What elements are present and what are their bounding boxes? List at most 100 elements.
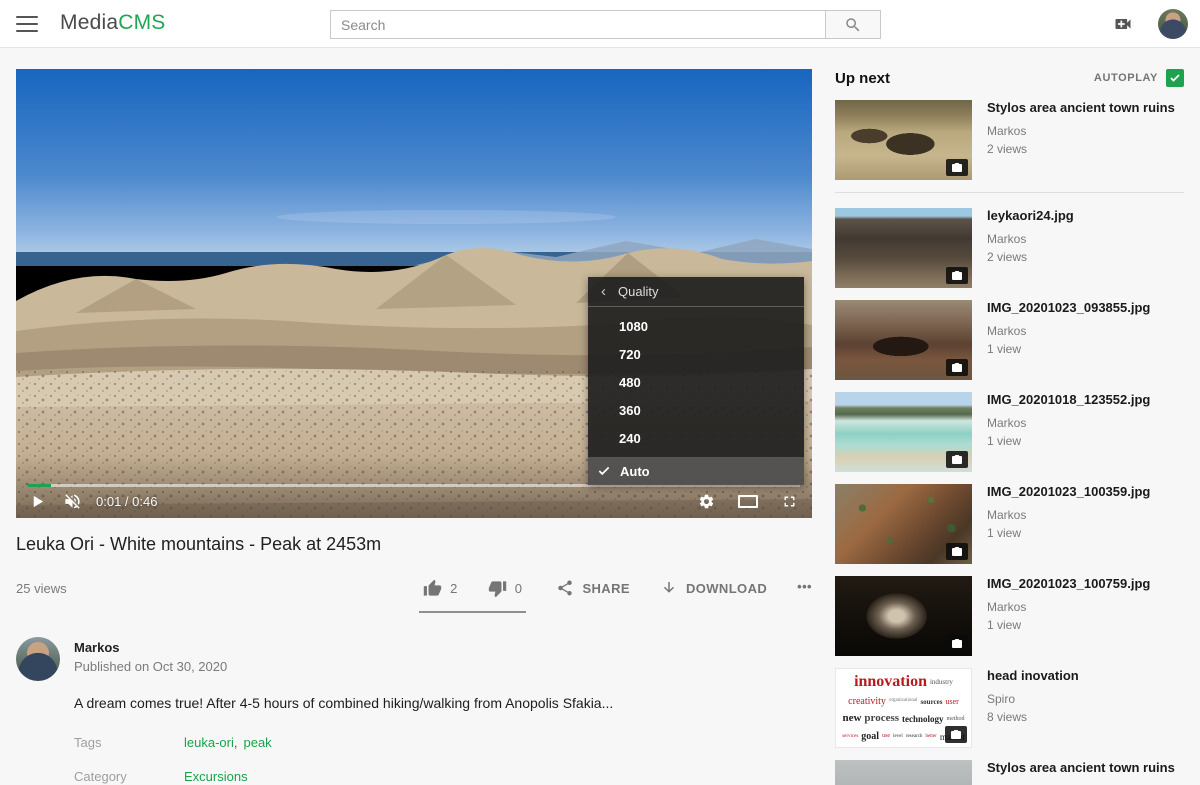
search-input[interactable] <box>330 10 825 39</box>
logo-cms-text: CMS <box>118 11 165 34</box>
play-button[interactable] <box>30 494 45 509</box>
user-avatar[interactable] <box>1158 9 1188 39</box>
item-views: 1 view <box>987 526 1150 540</box>
camera-badge <box>946 543 968 560</box>
video-meta-row: 25 views 2 0 SHARE <box>16 573 812 617</box>
media-thumbnail[interactable] <box>835 484 972 564</box>
item-views: 1 view <box>987 434 1150 448</box>
item-title[interactable]: Stylos area ancient town ruins <box>987 760 1175 777</box>
published-date: Published on Oct 30, 2020 <box>74 659 227 674</box>
tag-link[interactable]: peak <box>243 735 271 750</box>
up-next-item[interactable]: Stylos area ancient town ruins Markos 2 … <box>835 100 1184 180</box>
fullscreen-icon <box>781 493 798 510</box>
quality-option-720[interactable]: 720 <box>588 341 804 369</box>
download-button[interactable]: DOWNLOAD <box>660 573 767 597</box>
up-next-item[interactable]: IMG_20201018_123552.jpg Markos 1 view <box>835 392 1184 472</box>
category-label: Category <box>74 769 184 784</box>
item-views: 2 views <box>987 250 1074 264</box>
camera-icon <box>951 638 963 650</box>
mute-button[interactable] <box>63 492 82 511</box>
search-button[interactable] <box>825 10 881 39</box>
camera-badge <box>946 159 968 176</box>
quality-auto-label: Auto <box>620 464 650 479</box>
item-title[interactable]: leykaori24.jpg <box>987 208 1074 225</box>
item-views: 2 views <box>987 142 1175 156</box>
volume-off-icon <box>63 492 82 511</box>
more-options-icon: ••• <box>797 579 812 594</box>
video-description: A dream comes true! After 4-5 hours of c… <box>74 695 812 711</box>
check-icon <box>1169 72 1181 84</box>
media-column: 0:01 / 0:46 ‹ Quality <box>16 69 812 785</box>
sidebar-divider <box>835 192 1184 193</box>
up-next-item[interactable]: IMG_20201023_100759.jpg Markos 1 view <box>835 576 1184 656</box>
item-title[interactable]: head inovation <box>987 668 1079 685</box>
up-next-item[interactable]: innovationindustrycreativityorganization… <box>835 668 1184 748</box>
search-bar <box>330 10 881 39</box>
author-section: Markos Published on Oct 30, 2020 <box>16 637 812 681</box>
up-next-item[interactable]: Stylos area ancient town ruins Markos 2 … <box>835 760 1184 785</box>
autoplay-checkbox[interactable] <box>1166 69 1184 87</box>
dislike-count: 0 <box>515 581 523 596</box>
author-name[interactable]: Markos <box>74 640 227 655</box>
quality-option-360[interactable]: 360 <box>588 397 804 425</box>
app-logo[interactable]: MediaCMS <box>60 11 165 35</box>
quality-menu-title: Quality <box>618 284 658 299</box>
quality-option-480[interactable]: 480 <box>588 369 804 397</box>
media-attributes: Tags leuka-ori, peak Category Excursions <box>74 735 812 784</box>
up-next-sidebar: Up next AUTOPLAY Stylos area ancient tow… <box>835 69 1184 785</box>
up-next-title: Up next <box>835 70 890 87</box>
quality-option-auto[interactable]: Auto <box>588 457 804 485</box>
camera-icon <box>951 546 963 558</box>
camera-icon <box>951 162 963 174</box>
author-avatar[interactable] <box>16 637 60 681</box>
item-author: Markos <box>987 324 1150 338</box>
theater-mode-icon <box>738 495 758 508</box>
item-title[interactable]: IMG_20201023_093855.jpg <box>987 300 1150 317</box>
quality-menu-back[interactable]: ‹ Quality <box>588 277 804 307</box>
upload-media-icon[interactable] <box>1112 14 1134 34</box>
media-thumbnail[interactable] <box>835 208 972 288</box>
share-button[interactable]: SHARE <box>556 573 630 597</box>
up-next-header: Up next AUTOPLAY <box>835 69 1184 87</box>
media-thumbnail[interactable] <box>835 576 972 656</box>
menu-icon[interactable] <box>16 14 38 34</box>
up-next-item[interactable]: IMG_20201023_100359.jpg Markos 1 view <box>835 484 1184 564</box>
thumb-up-icon <box>423 579 442 598</box>
item-views: 1 view <box>987 342 1150 356</box>
media-thumbnail[interactable] <box>835 760 972 785</box>
theater-mode-button[interactable] <box>738 495 758 508</box>
more-options-button[interactable]: ••• <box>797 573 812 594</box>
up-next-item[interactable]: IMG_20201023_093855.jpg Markos 1 view <box>835 300 1184 380</box>
fullscreen-button[interactable] <box>781 493 798 510</box>
play-icon <box>30 494 45 509</box>
search-icon <box>844 16 862 34</box>
item-title[interactable]: Stylos area ancient town ruins <box>987 100 1175 117</box>
media-thumbnail[interactable] <box>835 392 972 472</box>
camera-icon <box>951 270 963 282</box>
dislike-button[interactable]: 0 <box>488 573 523 598</box>
quality-option-1080[interactable]: 1080 <box>588 313 804 341</box>
media-thumbnail[interactable]: innovationindustrycreativityorganization… <box>835 668 972 748</box>
video-player[interactable]: 0:01 / 0:46 ‹ Quality <box>16 69 812 518</box>
settings-button[interactable] <box>698 493 715 510</box>
like-button[interactable]: 2 <box>423 573 458 598</box>
thumb-down-icon <box>488 579 507 598</box>
category-link[interactable]: Excursions <box>184 769 248 784</box>
item-title[interactable]: IMG_20201023_100359.jpg <box>987 484 1150 501</box>
camera-icon <box>951 362 963 374</box>
gear-icon <box>698 493 715 510</box>
download-label: DOWNLOAD <box>686 581 767 596</box>
media-thumbnail[interactable] <box>835 300 972 380</box>
camera-badge <box>946 267 968 284</box>
tags-values: leuka-ori, peak <box>184 735 812 750</box>
item-title[interactable]: IMG_20201018_123552.jpg <box>987 392 1150 409</box>
up-next-item[interactable]: leykaori24.jpg Markos 2 views <box>835 208 1184 288</box>
item-title[interactable]: IMG_20201023_100759.jpg <box>987 576 1150 593</box>
share-icon <box>556 579 574 597</box>
quality-option-240[interactable]: 240 <box>588 425 804 453</box>
tag-separator: , <box>234 735 238 750</box>
tags-label: Tags <box>74 735 184 750</box>
tag-link[interactable]: leuka-ori <box>184 735 234 750</box>
media-thumbnail[interactable] <box>835 100 972 180</box>
item-views: 1 view <box>987 618 1150 632</box>
